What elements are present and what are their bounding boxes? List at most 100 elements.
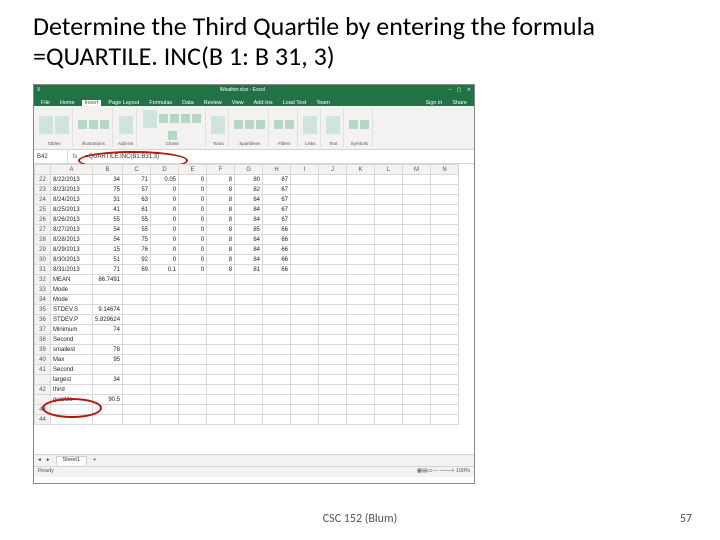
cell[interactable]: 8	[207, 255, 235, 265]
cell[interactable]: 0	[151, 225, 179, 235]
cell[interactable]: 0	[179, 215, 207, 225]
cell[interactable]	[263, 375, 291, 385]
row-header[interactable]: 39	[35, 345, 51, 355]
cell[interactable]: 57	[123, 185, 151, 195]
cell[interactable]	[123, 285, 151, 295]
cell[interactable]	[263, 405, 291, 415]
row-header[interactable]: 25	[35, 205, 51, 215]
cell[interactable]	[347, 185, 375, 195]
cell[interactable]: 8/31/2013	[51, 265, 93, 275]
cell[interactable]: STDEV.P	[51, 315, 93, 325]
cell[interactable]: 71	[123, 175, 151, 185]
cell[interactable]	[319, 265, 347, 275]
cell[interactable]	[235, 405, 263, 415]
cell[interactable]	[431, 405, 459, 415]
cell[interactable]	[123, 305, 151, 315]
cell[interactable]: 0	[151, 245, 179, 255]
cell[interactable]	[291, 265, 319, 275]
cell[interactable]	[179, 335, 207, 345]
cell[interactable]	[291, 205, 319, 215]
cell[interactable]: 8/24/2013	[51, 195, 93, 205]
cell[interactable]	[347, 205, 375, 215]
cell[interactable]	[123, 375, 151, 385]
ribbon-group-text[interactable]: Text	[323, 108, 344, 147]
cell[interactable]	[375, 315, 403, 325]
cell[interactable]: 67	[263, 195, 291, 205]
cell[interactable]	[123, 325, 151, 335]
row-header[interactable]: 23	[35, 185, 51, 195]
cell[interactable]	[319, 305, 347, 315]
column-header[interactable]: N	[431, 165, 459, 175]
row-header[interactable]: 27	[35, 225, 51, 235]
cell[interactable]	[347, 265, 375, 275]
cell[interactable]	[431, 415, 459, 425]
cell[interactable]	[291, 275, 319, 285]
cell[interactable]: MEAN	[51, 275, 93, 285]
cell[interactable]	[123, 385, 151, 395]
column-header[interactable]: F	[207, 165, 235, 175]
cell[interactable]	[347, 245, 375, 255]
cell[interactable]	[263, 395, 291, 405]
cell[interactable]	[403, 375, 431, 385]
cell[interactable]	[235, 415, 263, 425]
cell[interactable]	[235, 365, 263, 375]
cell[interactable]: Minimum	[51, 325, 93, 335]
cell[interactable]	[431, 305, 459, 315]
cell[interactable]	[207, 365, 235, 375]
cell[interactable]: smallest	[51, 345, 93, 355]
cell[interactable]	[179, 345, 207, 355]
cell[interactable]	[431, 175, 459, 185]
ribbon-group-filters[interactable]: Filters	[271, 108, 298, 147]
cell[interactable]	[319, 195, 347, 205]
cell[interactable]	[291, 225, 319, 235]
cell[interactable]: 87	[263, 175, 291, 185]
cell[interactable]	[403, 265, 431, 275]
cell[interactable]	[347, 345, 375, 355]
column-header[interactable]: K	[347, 165, 375, 175]
cell[interactable]: 0.1	[151, 265, 179, 275]
cell[interactable]	[375, 285, 403, 295]
cell[interactable]: 0	[151, 185, 179, 195]
cell[interactable]	[319, 385, 347, 395]
cell[interactable]: Second	[51, 335, 93, 345]
tab-load-test[interactable]: Load Test	[280, 100, 310, 107]
cell[interactable]	[403, 275, 431, 285]
cell[interactable]	[347, 315, 375, 325]
cell[interactable]	[431, 235, 459, 245]
cell[interactable]	[207, 315, 235, 325]
cell[interactable]: 55	[123, 225, 151, 235]
cell[interactable]	[123, 365, 151, 375]
cell[interactable]	[291, 415, 319, 425]
cell[interactable]: 8	[207, 265, 235, 275]
sheet-nav-prev-icon[interactable]: ◂	[38, 458, 41, 464]
cell[interactable]	[179, 275, 207, 285]
sheet-tab[interactable]: Sheet1	[56, 456, 87, 465]
cell[interactable]: 8	[207, 225, 235, 235]
cell[interactable]	[93, 415, 123, 425]
cell[interactable]	[403, 245, 431, 255]
cell[interactable]	[179, 315, 207, 325]
cell[interactable]	[375, 305, 403, 315]
cell[interactable]	[291, 365, 319, 375]
cell[interactable]	[151, 295, 179, 305]
cell[interactable]	[151, 305, 179, 315]
row-header[interactable]: 34	[35, 295, 51, 305]
cell[interactable]	[431, 255, 459, 265]
cell[interactable]	[403, 335, 431, 345]
cell[interactable]	[403, 235, 431, 245]
cell[interactable]	[347, 395, 375, 405]
cell[interactable]	[123, 295, 151, 305]
row-header[interactable]: 40	[35, 355, 51, 365]
cell[interactable]	[431, 345, 459, 355]
cell[interactable]: 63	[123, 195, 151, 205]
cell[interactable]	[347, 335, 375, 345]
cell[interactable]: 66	[263, 255, 291, 265]
cell[interactable]	[347, 275, 375, 285]
cell[interactable]	[207, 375, 235, 385]
cell[interactable]: 85	[235, 225, 263, 235]
cell[interactable]: Mode	[51, 285, 93, 295]
row-header[interactable]: 26	[35, 215, 51, 225]
cell[interactable]	[319, 235, 347, 245]
cell[interactable]	[263, 275, 291, 285]
cell[interactable]	[319, 395, 347, 405]
